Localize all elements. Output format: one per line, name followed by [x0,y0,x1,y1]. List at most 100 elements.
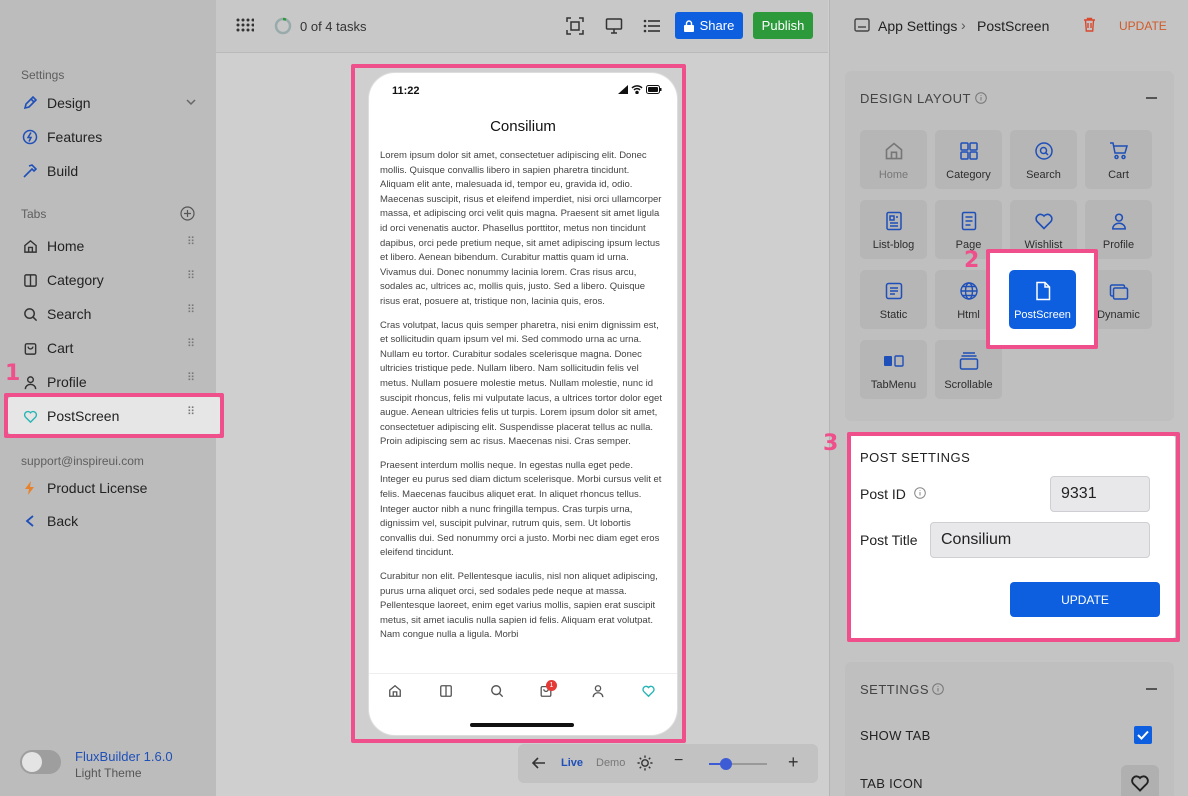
grid-icon [959,140,979,162]
sidebar-tab-profile[interactable]: Profile ⠿ [21,369,201,395]
tab-label: Search [47,306,92,322]
step-marker-2: 2 [964,248,980,273]
grid-menu-icon[interactable] [236,18,254,34]
sidebar-tab-cart[interactable]: Cart ⠿ [21,335,201,361]
tasks-progress[interactable]: 0 of 4 tasks [300,19,366,34]
drag-handle-icon[interactable]: ⠿ [187,305,195,316]
add-tab-icon[interactable] [180,206,195,221]
sidebar-item-label: Back [47,513,79,529]
settings-section-label: Settings [21,68,65,82]
checkmark-icon [1134,726,1152,744]
brush-icon [21,94,39,112]
tab-label: Cart [47,340,74,356]
zoom-in-button[interactable]: + [788,752,799,773]
info-icon[interactable] [975,92,987,104]
live-mode-toggle[interactable]: Live [561,757,583,769]
layout-tile-static[interactable]: Static [860,270,927,329]
layers-icon [959,350,979,372]
tile-label: Html [957,309,980,321]
collapse-icon[interactable] [1146,688,1157,690]
list-icon[interactable] [643,17,661,35]
sun-icon[interactable] [637,755,653,771]
trash-icon[interactable] [1083,17,1096,32]
zoom-slider-knob[interactable] [720,758,733,770]
user-icon [1110,210,1128,232]
zoom-out-button[interactable]: − [674,752,683,770]
step-marker-3: 3 [823,431,839,456]
sidebar-tab-search[interactable]: Search ⠿ [21,301,201,327]
header-update-button[interactable]: UPDATE [1119,19,1167,33]
arrow-left-icon[interactable] [532,756,546,770]
highlight-box-1 [4,393,224,438]
layout-tile-list-blog[interactable]: List-blog [860,200,927,259]
sidebar-item-build[interactable]: Build [21,158,201,184]
drag-handle-icon[interactable]: ⠿ [187,271,195,282]
sidebar-item-back[interactable]: Back [21,508,201,534]
tile-label: PostScreen [1014,309,1071,321]
tile-label: Home [878,169,909,181]
version-label: FluxBuilder 1.6.0 [75,749,173,764]
sidebar-item-features[interactable]: Features [21,124,201,150]
search-circle-icon [1034,140,1054,162]
layout-tile-cart[interactable]: Cart [1085,130,1152,189]
design-layout-card: DESIGN LAYOUT Home Category Search Cart … [845,71,1174,421]
sidebar-item-product-license[interactable]: Product License [21,475,201,501]
scan-icon[interactable] [566,17,584,35]
zoom-slider-track[interactable] [709,758,767,770]
heart-icon [1129,773,1151,793]
tile-label: TabMenu [870,379,917,391]
collapse-icon[interactable] [1146,97,1157,99]
demo-mode-toggle[interactable]: Demo [596,757,625,769]
newspaper-icon [885,210,903,232]
show-tab-checkbox[interactable] [1134,726,1152,744]
highlight-box-3 [847,432,1180,642]
sidebar-tab-category[interactable]: Category ⠿ [21,267,201,293]
search-icon [21,305,39,323]
drag-handle-icon[interactable]: ⠿ [187,339,195,350]
theme-label: Light Theme [75,766,142,780]
sidebar: Settings Design Features Build Tabs Home… [0,0,224,796]
info-icon[interactable] [932,683,944,695]
tab-label: Home [47,238,85,254]
chevron-down-icon[interactable] [185,96,197,108]
page-icon [961,210,977,232]
tab-label: Category [47,272,104,288]
user-icon [21,373,39,391]
sidebar-item-label: Build [47,163,79,179]
tile-label: List-blog [872,239,915,251]
shopping-bag-icon [21,339,39,357]
chevron-left-icon [21,512,39,530]
hammer-icon [21,162,39,180]
sidebar-item-label: Design [47,95,91,111]
sidebar-item-design[interactable]: Design [21,90,201,116]
right-panel: App Settings › PostScreen UPDATE DESIGN … [823,0,1188,796]
publish-button[interactable]: Publish [753,12,813,39]
sidebar-tab-home[interactable]: Home ⠿ [21,233,201,259]
support-email: support@inspireui.com [21,454,144,468]
tile-label: Scrollable [944,379,993,391]
lightning-icon [21,128,39,146]
phone-highlight-box [351,64,686,743]
breadcrumb-current: PostScreen [977,18,1050,34]
drag-handle-icon[interactable]: ⠿ [187,237,195,248]
layout-tile-category[interactable]: Category [935,130,1002,189]
cart-icon [1109,140,1129,162]
share-button[interactable]: Share [675,12,743,39]
desktop-icon[interactable] [605,17,623,35]
settings-card: SETTINGS SHOW TAB TAB ICON [845,662,1174,796]
layout-tile-postscreen-focused[interactable]: PostScreen [1009,270,1076,329]
drag-handle-icon[interactable]: ⠿ [187,373,195,384]
tab-icon-picker[interactable] [1121,765,1159,796]
home-icon [884,140,904,162]
theme-toggle[interactable] [20,750,61,774]
document-text-icon [885,280,903,302]
lock-icon [683,19,694,32]
layout-tile-tabmenu[interactable]: TabMenu [860,340,927,399]
tabs-section-label: Tabs [21,207,47,221]
tile-label: Static [879,309,908,321]
tile-label: Search [1026,169,1061,181]
tab-icon-label: TAB ICON [860,776,923,791]
layout-tile-search[interactable]: Search [1010,130,1077,189]
layout-tile-home[interactable]: Home [860,130,927,189]
breadcrumb-root[interactable]: App Settings [878,18,957,34]
